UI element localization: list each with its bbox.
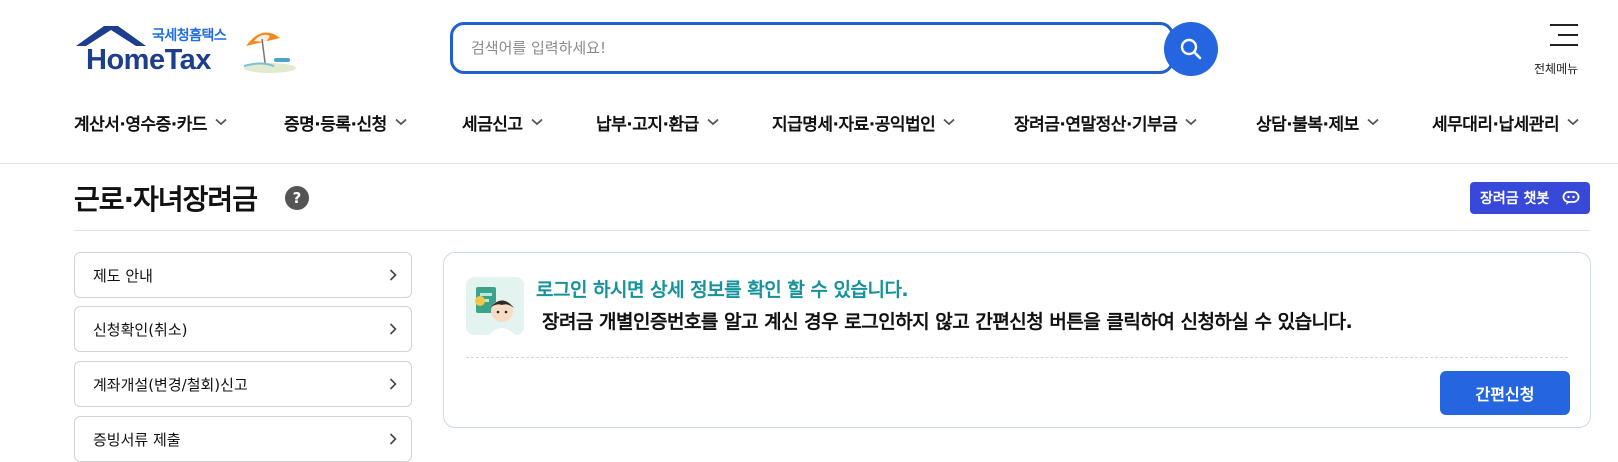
gnb-item-label: 지급명세·자료·공익법인 — [772, 114, 936, 135]
hamburger-icon — [1550, 24, 1578, 54]
side-menu-account-report[interactable]: 계좌개설(변경/철회)신고 — [74, 361, 412, 407]
chevron-right-icon — [389, 323, 397, 335]
chevron-right-icon — [389, 269, 397, 281]
chevron-down-icon — [395, 118, 407, 126]
side-menu-program-guide[interactable]: 제도 안내 — [74, 252, 412, 298]
main-navigation: 계산서·영수증·카드 증명·등록·신청 세금신고 납부·고지·환급 지급명세·자… — [74, 104, 1614, 140]
login-info-card: 로그인 하시면 상세 정보를 확인 할 수 있습니다. 장려금 개별인증번호를 … — [443, 252, 1591, 428]
simple-apply-button[interactable]: 간편신청 — [1440, 371, 1570, 415]
gnb-item-consult-appeal[interactable]: 상담·불복·제보 — [1256, 104, 1379, 140]
chevron-right-icon — [389, 433, 397, 445]
gnb-item-payment-statement[interactable]: 지급명세·자료·공익법인 — [772, 104, 955, 140]
page-title: 근로·자녀장려금 — [74, 183, 258, 216]
gnb-item-tax-return[interactable]: 세금신고 — [462, 104, 543, 140]
search-box — [450, 22, 1174, 74]
gnb-item-invoice-receipt-card[interactable]: 계산서·영수증·카드 — [74, 104, 227, 140]
incentive-chatbot-button[interactable]: 장려금 챗봇 — [1470, 182, 1590, 214]
gnb-item-label: 계산서·영수증·카드 — [74, 114, 208, 135]
gnb-item-label: 납부·고지·환급 — [596, 114, 699, 135]
chevron-down-icon — [1185, 118, 1197, 126]
chevron-down-icon — [530, 118, 543, 126]
search-icon — [1180, 38, 1202, 60]
chevron-down-icon — [943, 118, 955, 126]
chevron-right-icon — [389, 378, 397, 390]
gnb-item-label: 세무대리·납세관리 — [1432, 114, 1560, 135]
site-header: 국세청홈택스 HomeTax 전체메뉴 계산서·영수증·카드 증명·등록 — [0, 0, 1618, 164]
logo-subtitle: 국세청홈택스 — [152, 28, 227, 44]
gnb-item-certificate-registration[interactable]: 증명·등록·신청 — [284, 104, 407, 140]
side-menu-label: 신청확인(취소) — [93, 320, 188, 339]
side-menu-label: 계좌개설(변경/철회)신고 — [93, 375, 248, 394]
chevron-down-icon — [215, 118, 227, 126]
all-menu-label: 전체메뉴 — [1534, 62, 1579, 76]
card-divider — [466, 357, 1568, 358]
help-icon[interactable]: ? — [285, 186, 309, 210]
logo-wordmark: HomeTax — [86, 44, 211, 76]
login-notice-title: 로그인 하시면 상세 정보를 확인 할 수 있습니다. — [536, 279, 909, 301]
chatbot-button-label: 장려금 챗봇 — [1480, 191, 1550, 207]
user-login-illustration-icon — [466, 277, 524, 335]
gnb-item-label: 장려금·연말정산·기부금 — [1014, 114, 1178, 135]
gnb-item-label: 증명·등록·신청 — [284, 114, 387, 135]
hometax-logo[interactable]: 국세청홈택스 HomeTax — [74, 22, 302, 78]
all-menu-button[interactable]: 전체메뉴 — [1530, 20, 1600, 78]
title-divider — [74, 230, 1590, 231]
gnb-item-label: 세금신고 — [462, 114, 523, 135]
chevron-down-icon — [1367, 118, 1379, 126]
gnb-item-label: 상담·불복·제보 — [1256, 114, 1359, 135]
search-input[interactable] — [471, 25, 1111, 71]
search-button[interactable] — [1164, 22, 1218, 76]
chevron-down-icon — [1567, 118, 1579, 126]
gnb-item-payment-refund[interactable]: 납부·고지·환급 — [596, 104, 719, 140]
side-menu-submit-documents[interactable]: 증빙서류 제출 — [74, 416, 412, 462]
simple-apply-description: 장려금 개별인증번호를 알고 계신 경우 로그인하지 않고 간편신청 버튼을 클… — [542, 311, 1353, 333]
side-menu-label: 제도 안내 — [93, 266, 153, 285]
chevron-down-icon — [707, 118, 719, 126]
beach-umbrella-icon — [243, 32, 296, 73]
chatbot-icon — [1562, 191, 1580, 205]
side-menu-label: 증빙서류 제출 — [93, 430, 181, 449]
side-menu-apply-check-cancel[interactable]: 신청확인(취소) — [74, 306, 412, 352]
gnb-item-incentive-yearend[interactable]: 장려금·연말정산·기부금 — [1014, 104, 1197, 140]
gnb-item-tax-agent[interactable]: 세무대리·납세관리 — [1432, 104, 1579, 140]
